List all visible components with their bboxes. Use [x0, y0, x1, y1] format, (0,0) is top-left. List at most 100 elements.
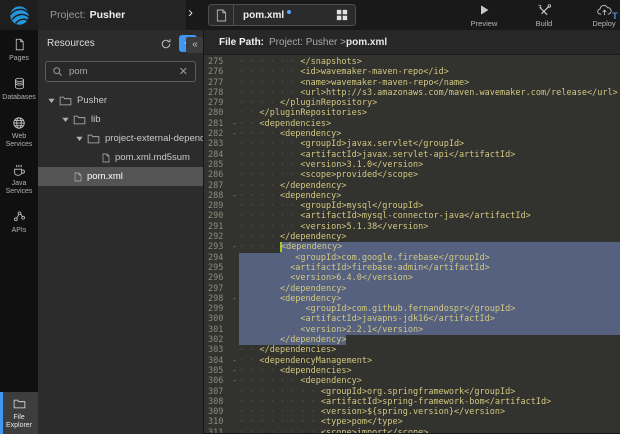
code-line-303[interactable]: 303· · </dependencies> — [204, 345, 620, 355]
code-line-285[interactable]: 285· · · · · · <version>3.1.0</version> — [204, 160, 620, 170]
line-number[interactable]: 281 — [204, 119, 232, 129]
code-line-301[interactable]: 301· · · · · · <version>2.2.1</version> — [204, 325, 620, 335]
code-line-284[interactable]: 284· · · · · · <artifactId>javax.servlet… — [204, 150, 620, 160]
sidebar-item-java-services[interactable]: Java Services — [0, 155, 38, 202]
line-number[interactable]: 292 — [204, 232, 232, 242]
code-line-298[interactable]: 298-· · · · <dependency> — [204, 294, 620, 304]
line-number[interactable]: 284 — [204, 150, 232, 160]
fold-marker-icon[interactable]: - — [232, 356, 239, 366]
code-line-283[interactable]: 283· · · · · · <groupId>javax.servlet</g… — [204, 139, 620, 149]
code-line-280[interactable]: 280· · </pluginRepositories> — [204, 108, 620, 118]
code-editor[interactable]: 275· · · · · · </snapshots>276· · · · · … — [204, 55, 620, 433]
fold-marker-icon[interactable]: - — [232, 191, 239, 201]
line-number[interactable]: 306 — [204, 376, 232, 386]
line-number[interactable]: 308 — [204, 397, 232, 407]
code-line-299[interactable]: 299· · · · · · ·<groupId>com.github.fern… — [204, 304, 620, 314]
line-number[interactable]: 283 — [204, 139, 232, 149]
code-line-292[interactable]: 292· · · · </dependency> — [204, 232, 620, 242]
line-number[interactable]: 286 — [204, 170, 232, 180]
code-line-293[interactable]: 293-· · · · <dependency> — [204, 242, 620, 252]
fold-marker-icon[interactable]: - — [232, 129, 239, 139]
tree-item-pom-xml-md5sum[interactable]: pom.xml.md5sum — [38, 148, 203, 167]
code-line-295[interactable]: 295· · · · · <artifactId>firebase-admin<… — [204, 263, 620, 273]
search-input[interactable] — [67, 65, 178, 78]
line-number[interactable]: 303 — [204, 345, 232, 355]
line-number[interactable]: 279 — [204, 98, 232, 108]
line-number[interactable]: 301 — [204, 325, 232, 335]
code-line-279[interactable]: 279· · · · </pluginRepository> — [204, 98, 620, 108]
sidebar-item-file-explorer[interactable]: File Explorer — [0, 392, 38, 434]
code-line-291[interactable]: 291· · · · · · <version>5.1.38</version> — [204, 222, 620, 232]
tree-item-project-external-dependencies[interactable]: project-external-dependencies — [38, 129, 203, 148]
code-line-309[interactable]: 309· · · · · · · · <version>${spring.ver… — [204, 407, 620, 417]
code-line-275[interactable]: 275· · · · · · </snapshots> — [204, 57, 620, 67]
expand-caret-icon[interactable] — [62, 116, 69, 123]
code-line-308[interactable]: 308· · · · · · · · <artifactId>spring-fr… — [204, 397, 620, 407]
line-number[interactable]: 280 — [204, 108, 232, 118]
open-file-tab[interactable]: pom.xml — [208, 4, 356, 26]
grid-view-icon[interactable] — [336, 9, 348, 21]
fold-marker-icon[interactable]: - — [232, 294, 239, 304]
build-button[interactable]: Build — [522, 3, 566, 28]
tree-item-pusher[interactable]: Pusher — [38, 91, 203, 110]
code-line-276[interactable]: 276· · · · · · <id>wavemaker-maven-repo<… — [204, 67, 620, 77]
sidebar-item-apis[interactable]: APIs — [0, 202, 38, 241]
line-number[interactable]: 299 — [204, 304, 232, 314]
code-line-300[interactable]: 300· · · · · · <artifactId>javapns-jdk16… — [204, 314, 620, 324]
line-number[interactable]: 293 — [204, 242, 232, 252]
expand-caret-icon[interactable] — [48, 97, 55, 104]
line-number[interactable]: 295 — [204, 263, 232, 273]
wavemaker-logo[interactable] — [0, 0, 38, 30]
line-number[interactable]: 305 — [204, 366, 232, 376]
code-line-306[interactable]: 306-· · · · · · <dependency> — [204, 376, 620, 386]
line-number[interactable]: 282 — [204, 129, 232, 139]
code-line-294[interactable]: 294· · · · · ·<groupId>com.google.fireba… — [204, 253, 620, 263]
line-number[interactable]: 288 — [204, 191, 232, 201]
preview-button[interactable]: Preview — [462, 3, 506, 28]
code-line-277[interactable]: 277· · · · · · <name>wavemaker-maven-rep… — [204, 78, 620, 88]
line-number[interactable]: 287 — [204, 181, 232, 191]
code-line-278[interactable]: 278· · · · · · <url>http://s3.amazonaws.… — [204, 88, 620, 98]
tree-item-pom-xml[interactable]: pom.xml — [38, 167, 203, 186]
line-number[interactable]: 290 — [204, 211, 232, 221]
refresh-icon[interactable] — [160, 38, 172, 50]
code-line-305[interactable]: 305-· · · · <dependencies> — [204, 366, 620, 376]
line-number[interactable]: 311 — [204, 428, 232, 433]
line-number[interactable]: 291 — [204, 222, 232, 232]
line-number[interactable]: 275 — [204, 57, 232, 67]
code-line-310[interactable]: 310· · · · · · · · <type>pom</type> — [204, 417, 620, 427]
line-number[interactable]: 285 — [204, 160, 232, 170]
line-number[interactable]: 276 — [204, 67, 232, 77]
code-line-290[interactable]: 290· · · · · · <artifactId>mysql-connect… — [204, 211, 620, 221]
line-number[interactable]: 300 — [204, 314, 232, 324]
collapse-panel-button[interactable]: « — [186, 37, 204, 53]
line-number[interactable]: 302 — [204, 335, 232, 345]
line-number[interactable]: 307 — [204, 387, 232, 397]
fold-marker-icon[interactable]: - — [232, 119, 239, 129]
line-number[interactable]: 289 — [204, 201, 232, 211]
line-number[interactable]: 298 — [204, 294, 232, 304]
line-number[interactable]: 294 — [204, 253, 232, 263]
code-line-287[interactable]: 287· · · · </dependency> — [204, 181, 620, 191]
sidebar-item-web-services[interactable]: Web Services — [0, 108, 38, 155]
fold-marker-icon[interactable]: - — [232, 366, 239, 376]
clear-search-icon[interactable]: ✕ — [178, 65, 189, 78]
code-line-286[interactable]: 286· · · · · · <scope>provided</scope> — [204, 170, 620, 180]
tree-item-lib[interactable]: lib — [38, 110, 203, 129]
fold-marker-icon[interactable]: - — [232, 242, 239, 252]
code-line-289[interactable]: 289· · · · · · <groupId>mysql</groupId> — [204, 201, 620, 211]
sidebar-item-pages[interactable]: Pages — [0, 30, 38, 69]
expand-caret-icon[interactable] — [76, 135, 83, 142]
code-line-307[interactable]: 307· · · · · · · · <groupId>org.springfr… — [204, 387, 620, 397]
line-number[interactable]: 297 — [204, 284, 232, 294]
line-number[interactable]: 278 — [204, 88, 232, 98]
line-number[interactable]: 309 — [204, 407, 232, 417]
code-line-288[interactable]: 288-· · · · <dependency> — [204, 191, 620, 201]
sidebar-item-databases[interactable]: Databases — [0, 69, 38, 108]
project-name-bar[interactable]: Project: Pusher — [38, 0, 186, 30]
line-number[interactable]: 310 — [204, 417, 232, 427]
code-line-282[interactable]: 282-· · · · <dependency> — [204, 129, 620, 139]
code-line-311[interactable]: 311· · · · · · · · <scope>import</scope> — [204, 428, 620, 433]
line-number[interactable]: 304 — [204, 356, 232, 366]
fold-marker-icon[interactable]: - — [232, 376, 239, 386]
